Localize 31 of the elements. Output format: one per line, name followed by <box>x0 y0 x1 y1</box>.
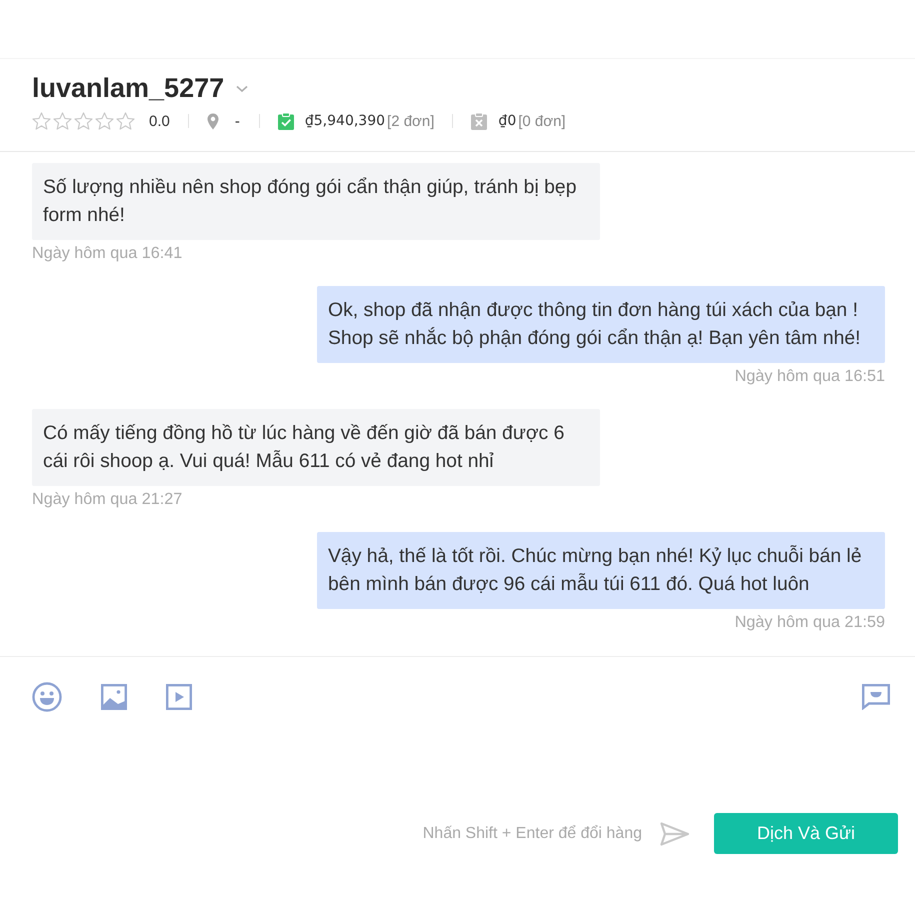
message-bubble: Vậy hả, thế là tốt rồi. Chúc mừng bạn nhé! Kỷ lục chuỗi bán lẻ bên mình bán được 96 cái mẫu túi 611 đó. Quá hot luôn <box>317 532 885 609</box>
chat-bubble-icon[interactable] <box>862 684 890 710</box>
message-bubble: Số lượng nhiều nên shop đóng gói cẩn thận giúp, tránh bị bẹp form nhé! <box>32 163 600 240</box>
video-icon[interactable] <box>166 684 192 710</box>
emoji-icon[interactable] <box>32 682 62 712</box>
star-icon <box>32 112 51 130</box>
star-icon <box>74 112 93 130</box>
message-bubble: Ok, shop đã nhận được thông tin đơn hàng túi xách của bạn ! Shop sẽ nhắc bộ phận đóng gói cẩn thận ạ! Bạn yên tâm nhé! <box>317 286 885 363</box>
send-icon[interactable] <box>660 822 690 846</box>
star-icon <box>95 112 114 130</box>
clipboard-check-icon <box>278 112 294 130</box>
completed-amount: ₫5,940,390 <box>304 113 386 129</box>
translate-send-button[interactable]: Dịch Và Gửi <box>714 813 898 854</box>
completed-orders: [2 đơn] <box>387 112 434 130</box>
rating-value: 0.0 <box>149 112 170 130</box>
message-time: Ngày hôm qua 21:27 <box>32 489 182 509</box>
star-icon <box>53 112 72 130</box>
message-time: Ngày hôm qua 16:41 <box>32 243 182 263</box>
location-value: - <box>234 112 240 130</box>
star-icon <box>116 112 135 130</box>
message-time: Ngày hôm qua 16:51 <box>734 366 885 386</box>
cancelled-amount: ₫0 <box>498 113 516 129</box>
message-time: Ngày hôm qua 21:59 <box>734 612 885 632</box>
message-bubble: Có mấy tiếng đồng hồ từ lúc hàng về đến giờ đã bán được 6 cái rôi shoop ạ. Vui quá! Mẫu 611 có vẻ đang hot nhỉ <box>32 409 600 486</box>
hint-text: Nhấn Shift + Enter để đổi hàng <box>422 824 642 842</box>
chevron-down-icon[interactable] <box>236 85 248 93</box>
clipboard-x-icon <box>471 112 488 130</box>
username: luvanlam_5277 <box>32 72 224 105</box>
location-pin-icon <box>206 112 219 130</box>
cancelled-orders: [0 đơn] <box>518 112 566 130</box>
image-icon[interactable] <box>101 684 127 710</box>
